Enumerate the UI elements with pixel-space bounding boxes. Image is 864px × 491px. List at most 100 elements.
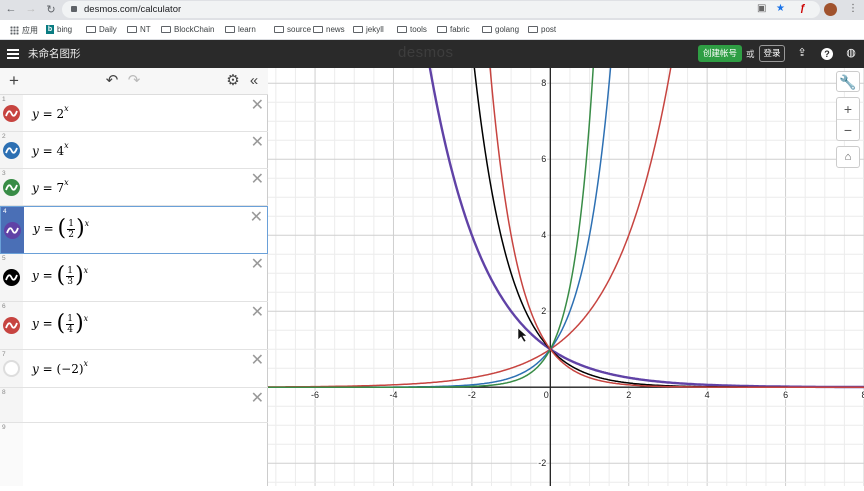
delete-expression-icon[interactable]: ✕ xyxy=(251,391,264,407)
expression-number: 8 xyxy=(2,389,6,396)
or-label: 或 xyxy=(746,49,755,59)
delete-expression-icon[interactable]: ✕ xyxy=(251,305,264,321)
bookmark-7[interactable]: source xyxy=(274,25,311,34)
folder-icon xyxy=(225,26,235,33)
share-icon[interactable]: ⇪ xyxy=(795,46,809,59)
graph-paper[interactable]: -6-4-202468-22468 xyxy=(268,0,864,486)
folder-icon xyxy=(353,26,363,33)
forward-icon[interactable]: → xyxy=(24,3,38,15)
x-tick-label: 4 xyxy=(705,390,710,400)
delete-expression-icon[interactable]: ✕ xyxy=(251,135,264,151)
curve-y=2^x xyxy=(268,0,683,388)
graph-color-toggle-icon[interactable] xyxy=(3,317,20,334)
expression-formula[interactable]: y = (1 2)x xyxy=(33,218,89,240)
bookmark-13[interactable]: post xyxy=(528,25,556,34)
y-tick-label: 8 xyxy=(541,78,546,88)
bookmark-11[interactable]: fabric xyxy=(437,25,470,34)
default-viewport-home-icon[interactable]: ⌂ xyxy=(836,146,860,168)
settings-gear-icon[interactable]: ⚙ xyxy=(225,72,241,90)
expression-number: 4 xyxy=(3,208,7,215)
expression-row[interactable]: 2 y = 4x ✕ xyxy=(0,132,268,169)
bookmark-8[interactable]: news xyxy=(313,25,345,34)
delete-expression-icon[interactable]: ✕ xyxy=(251,98,264,114)
expression-row[interactable]: 9 xyxy=(0,423,268,486)
delete-expression-icon[interactable]: ✕ xyxy=(251,172,264,188)
language-globe-icon[interactable]: ◍ xyxy=(844,46,858,59)
translate-icon[interactable]: ▣ xyxy=(757,3,766,14)
help-icon[interactable]: ? xyxy=(821,48,833,60)
bookmark-label: BlockChain xyxy=(174,25,215,34)
apps-icon xyxy=(10,26,19,35)
bookmark-label: bing xyxy=(57,25,73,34)
bookmark-label: post xyxy=(541,25,557,34)
folder-icon xyxy=(528,26,538,33)
x-tick-label: -2 xyxy=(468,390,476,400)
collapse-panel-icon[interactable]: « xyxy=(246,72,262,90)
flash-extension-icon[interactable]: ƒ xyxy=(800,3,806,14)
expression-formula[interactable]: y = (−2)x xyxy=(32,359,88,376)
more-menu-icon[interactable]: ⋮ xyxy=(848,3,858,14)
folder-icon xyxy=(482,26,492,33)
expression-row[interactable]: 3 y = 7x ✕ xyxy=(0,169,268,206)
bookmark-label: tools xyxy=(410,25,427,34)
expression-row[interactable]: 8 ✕ xyxy=(0,388,268,423)
y-tick-label: 6 xyxy=(541,154,546,164)
x-tick-label: 6 xyxy=(783,390,788,400)
reload-icon[interactable]: ↻ xyxy=(44,3,58,16)
expression-row[interactable]: 6 y = (1 4)x ✕ xyxy=(0,302,268,350)
expression-number: 3 xyxy=(2,170,6,177)
graph-color-toggle-icon[interactable] xyxy=(3,142,20,159)
folder-icon xyxy=(161,26,171,33)
graph-title[interactable]: 未命名图形 xyxy=(28,46,81,61)
bookmark-6[interactable]: learn xyxy=(225,25,256,34)
zoom-in-icon[interactable]: + xyxy=(837,98,859,120)
bookmark-5[interactable]: BlockChain xyxy=(161,25,214,34)
graph-color-toggle-icon[interactable] xyxy=(4,222,21,239)
graph-color-toggle-icon[interactable] xyxy=(3,105,20,122)
undo-icon[interactable]: ↶ xyxy=(104,72,120,90)
bookmark-star-icon[interactable]: ★ xyxy=(776,3,785,14)
create-account-button[interactable]: 创建帐号 xyxy=(698,45,742,62)
expression-formula[interactable]: y = 7x xyxy=(32,178,69,195)
bookmark-2[interactable]: b bing xyxy=(46,25,72,34)
x-tick-label: 2 xyxy=(626,390,631,400)
expression-icon-column xyxy=(0,423,23,486)
delete-expression-icon[interactable]: ✕ xyxy=(250,210,263,226)
menu-icon[interactable] xyxy=(7,49,19,59)
bookmark-3[interactable]: Daily xyxy=(86,25,117,34)
expression-formula[interactable]: y = 2x xyxy=(32,104,69,121)
bing-icon: b xyxy=(46,25,54,34)
delete-expression-icon[interactable]: ✕ xyxy=(251,353,264,369)
curve-y=(1/3)^x xyxy=(466,0,864,388)
expression-row[interactable]: 4 y = (1 2)x ✕ xyxy=(0,206,268,254)
graph-canvas[interactable]: -6-4-202468-22468 xyxy=(268,0,864,486)
address-bar[interactable]: desmos.com/calculator xyxy=(62,1,820,18)
back-icon[interactable]: ← xyxy=(4,3,18,15)
redo-icon[interactable]: ↷ xyxy=(126,72,142,90)
bookmark-4[interactable]: NT xyxy=(127,25,151,34)
expression-row[interactable]: 5 y = (1 3)x ✕ xyxy=(0,254,268,302)
expression-formula[interactable]: y = (1 3)x xyxy=(32,265,88,287)
app-header: 未命名图形 desmos 创建帐号 或 登录 ⇪ ? ◍ xyxy=(0,40,864,68)
graph-settings-wrench-icon[interactable]: 🔧 xyxy=(836,71,860,92)
zoom-out-icon[interactable]: − xyxy=(837,120,859,140)
graph-color-toggle-icon[interactable] xyxy=(3,269,20,286)
bookmark-1[interactable]: 应用 xyxy=(10,25,38,36)
expression-formula[interactable]: y = (1 4)x xyxy=(32,313,88,335)
login-button[interactable]: 登录 xyxy=(759,45,785,62)
bookmark-12[interactable]: golang xyxy=(482,25,519,34)
graph-hidden-toggle-icon[interactable] xyxy=(3,360,20,377)
expression-formula[interactable]: y = 4x xyxy=(32,141,69,158)
expression-row[interactable]: 1 y = 2x ✕ xyxy=(0,95,268,132)
expression-number: 2 xyxy=(2,133,6,140)
graph-color-toggle-icon[interactable] xyxy=(3,179,20,196)
fraction-numerator: 1 xyxy=(67,265,73,276)
bookmark-label: golang xyxy=(495,25,520,34)
delete-expression-icon[interactable]: ✕ xyxy=(251,257,264,273)
expression-row[interactable]: 7 y = (−2)x ✕ xyxy=(0,350,268,388)
bookmark-9[interactable]: jekyll xyxy=(353,25,384,34)
profile-avatar[interactable] xyxy=(824,3,837,16)
bookmark-10[interactable]: tools xyxy=(397,25,427,34)
y-tick-label: 4 xyxy=(541,230,546,240)
add-item-icon[interactable]: + xyxy=(6,72,22,90)
